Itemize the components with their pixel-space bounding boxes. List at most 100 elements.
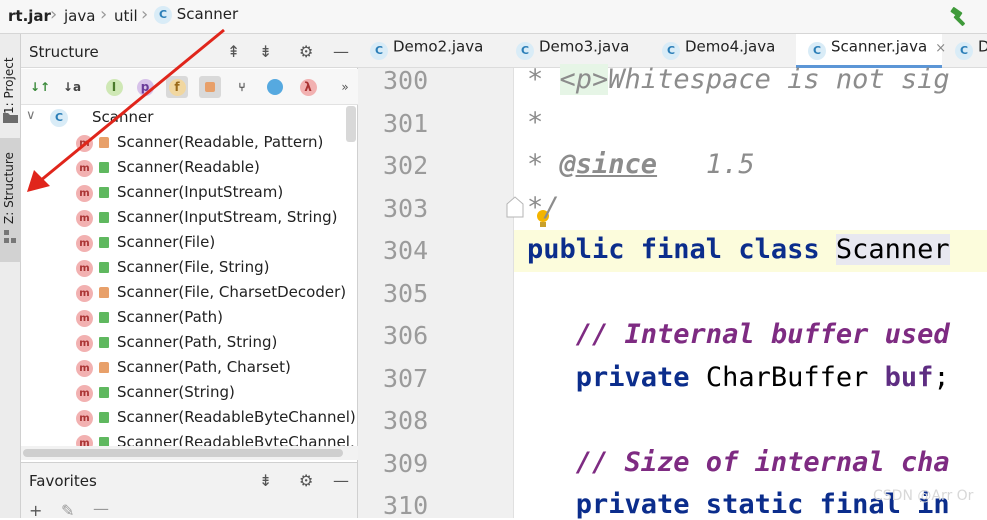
public-icon bbox=[99, 412, 109, 423]
class-icon: C bbox=[50, 109, 68, 127]
code-token: Whitespace is not sig bbox=[608, 64, 950, 95]
tree-method-row[interactable]: m Scanner(InputStream, String) bbox=[21, 206, 358, 231]
tree-method-row[interactable]: m Scanner(Path, Charset) bbox=[21, 356, 358, 381]
tree-method-row[interactable]: m Scanner(String) bbox=[21, 381, 358, 406]
editor-tab[interactable]: C Demo4.java bbox=[650, 34, 796, 68]
method-icon: m bbox=[76, 360, 93, 377]
structure-icon bbox=[4, 230, 16, 243]
code-line[interactable]: * <p>Whitespace is not sig bbox=[527, 64, 950, 95]
code-token: CharBuffer bbox=[705, 361, 885, 393]
code-token: */ bbox=[527, 191, 560, 223]
tree-method-row[interactable]: m Scanner(File, CharsetDecoder) bbox=[21, 281, 358, 306]
tree-method-row[interactable]: m Scanner(Readable) bbox=[21, 156, 358, 181]
tree-method-label: Scanner(File, CharsetDecoder) bbox=[117, 283, 347, 301]
tree-method-row[interactable]: m Scanner(InputStream) bbox=[21, 181, 358, 206]
code-line[interactable]: // Size of internal cha bbox=[527, 447, 950, 478]
line-number: 301 bbox=[383, 108, 429, 138]
tree-method-row[interactable]: m Scanner(File, String) bbox=[21, 256, 358, 281]
editor-tab[interactable]: CD bbox=[943, 34, 987, 68]
line-number: 300 bbox=[383, 66, 429, 95]
favorites-title: Favorites bbox=[29, 472, 97, 490]
hide-icon[interactable]: — bbox=[333, 42, 349, 61]
tab-project-label: 1: Project bbox=[2, 57, 16, 114]
editor-tab-label: Demo2.java bbox=[393, 37, 484, 56]
hide-icon[interactable]: — bbox=[333, 471, 349, 490]
method-icon: m bbox=[76, 385, 93, 402]
code-line[interactable]: * bbox=[527, 107, 543, 138]
tree-method-row[interactable]: m Scanner(File) bbox=[21, 231, 358, 256]
tree-method-row[interactable]: m Scanner(ReadableByteChannel) bbox=[21, 406, 358, 431]
navigation-bar: rt.jar › java › util › C Scanner bbox=[0, 0, 987, 34]
more-options-icon[interactable]: » bbox=[334, 76, 356, 98]
show-fields-icon[interactable]: f bbox=[166, 76, 188, 98]
breadcrumb-util[interactable]: util bbox=[114, 7, 138, 25]
tree-method-label: Scanner(ReadableByteChannel) bbox=[117, 408, 356, 426]
editor-tab-label: Demo3.java bbox=[539, 37, 630, 56]
method-icon: m bbox=[76, 210, 93, 227]
tree-root-label: Scanner bbox=[92, 108, 154, 126]
tree-method-label: Scanner(InputStream) bbox=[117, 183, 284, 201]
code-token: 1.5 bbox=[657, 149, 755, 180]
structure-panel: Structure ⇞ ⇟ ⚙ — ↓↑ ↓a I p f ⑂ λ » ∨ C … bbox=[21, 34, 358, 462]
line-number: 305 bbox=[383, 278, 429, 308]
breadcrumb-separator: › bbox=[141, 4, 149, 25]
editor-tab[interactable]: C Scanner.java × bbox=[796, 34, 946, 68]
tab-structure-label: Z: Structure bbox=[2, 152, 16, 224]
chevron-down-icon[interactable]: ∨ bbox=[26, 108, 36, 123]
editor-tab[interactable]: C Demo2.java bbox=[358, 34, 504, 68]
structure-title: Structure bbox=[29, 43, 99, 61]
method-icon: m bbox=[76, 285, 93, 302]
line-number: 308 bbox=[383, 406, 429, 435]
code-line[interactable]: * @since 1.5 bbox=[527, 149, 755, 180]
tree-method-row[interactable]: m Scanner(Path) bbox=[21, 306, 358, 331]
tree-method-label: Scanner(InputStream, String) bbox=[117, 208, 338, 226]
breadcrumb-class[interactable]: C Scanner bbox=[154, 5, 238, 24]
show-inherited-icon[interactable]: I bbox=[103, 76, 125, 98]
editor-tab-label: D bbox=[978, 37, 987, 56]
method-icon: m bbox=[76, 185, 93, 202]
code-token: Scanner bbox=[835, 234, 950, 265]
private-lock-icon bbox=[99, 362, 109, 373]
breadcrumb-separator: › bbox=[50, 4, 58, 25]
add-icon[interactable]: + bbox=[29, 501, 42, 520]
breadcrumb-java[interactable]: java bbox=[64, 7, 95, 25]
vertical-scrollbar[interactable] bbox=[346, 106, 356, 142]
breadcrumb-jar[interactable]: rt.jar bbox=[8, 7, 51, 25]
tree-method-label: Scanner(Readable) bbox=[117, 158, 260, 176]
editor-tab[interactable]: C Demo3.java bbox=[504, 34, 650, 68]
code-line[interactable]: */ bbox=[527, 192, 560, 223]
code-line[interactable]: private CharBuffer buf; bbox=[527, 362, 950, 393]
horizontal-scrollbar[interactable] bbox=[21, 446, 358, 460]
method-icon: m bbox=[76, 235, 93, 252]
sort-alphabetically-icon[interactable]: ↓a bbox=[61, 76, 83, 98]
tool-window-strip: 1: Project Z: Structure bbox=[0, 34, 21, 518]
remove-icon[interactable]: — bbox=[93, 499, 109, 518]
code-editor[interactable]: 300 301 302 303 304 305 306 307 308 309 310 * <p>W… bbox=[358, 64, 987, 520]
sort-by-visibility-icon[interactable]: ↓↑ bbox=[29, 76, 51, 98]
build-hammer-icon[interactable] bbox=[948, 6, 972, 28]
tab-structure[interactable]: Z: Structure bbox=[0, 138, 21, 262]
line-number: 309 bbox=[383, 448, 429, 478]
collapse-all-icon[interactable]: ⇟ bbox=[259, 42, 272, 61]
show-lambdas-icon[interactable]: λ bbox=[297, 76, 319, 98]
fold-marker-icon[interactable] bbox=[506, 196, 524, 218]
gear-icon[interactable]: ⚙ bbox=[299, 471, 313, 490]
tree-method-row[interactable]: m Scanner(Path, String) bbox=[21, 331, 358, 356]
gear-icon[interactable]: ⚙ bbox=[299, 42, 313, 61]
tree-root[interactable]: ∨ C Scanner bbox=[21, 106, 358, 131]
line-number: 304 bbox=[383, 236, 429, 265]
edit-icon[interactable]: ✎ bbox=[61, 501, 74, 520]
code-line[interactable]: public final class Scanner bbox=[527, 234, 950, 265]
show-non-public-icon[interactable] bbox=[199, 76, 221, 98]
expand-all-icon[interactable]: ⇞ bbox=[227, 42, 240, 61]
autoscroll-icon[interactable] bbox=[264, 76, 286, 98]
show-properties-icon[interactable]: p bbox=[134, 76, 156, 98]
code-line[interactable]: // Internal buffer used bbox=[527, 319, 950, 350]
scrollbar-thumb[interactable] bbox=[23, 449, 343, 457]
show-lambdas-tree-icon[interactable]: ⑂ bbox=[231, 76, 253, 98]
tree-method-row[interactable]: m Scanner(Readable, Pattern) bbox=[21, 131, 358, 156]
collapse-all-icon[interactable]: ⇟ bbox=[259, 471, 272, 490]
tree-method-label: Scanner(File) bbox=[117, 233, 216, 251]
class-icon: C bbox=[516, 42, 534, 60]
line-number: 306 bbox=[383, 321, 429, 350]
